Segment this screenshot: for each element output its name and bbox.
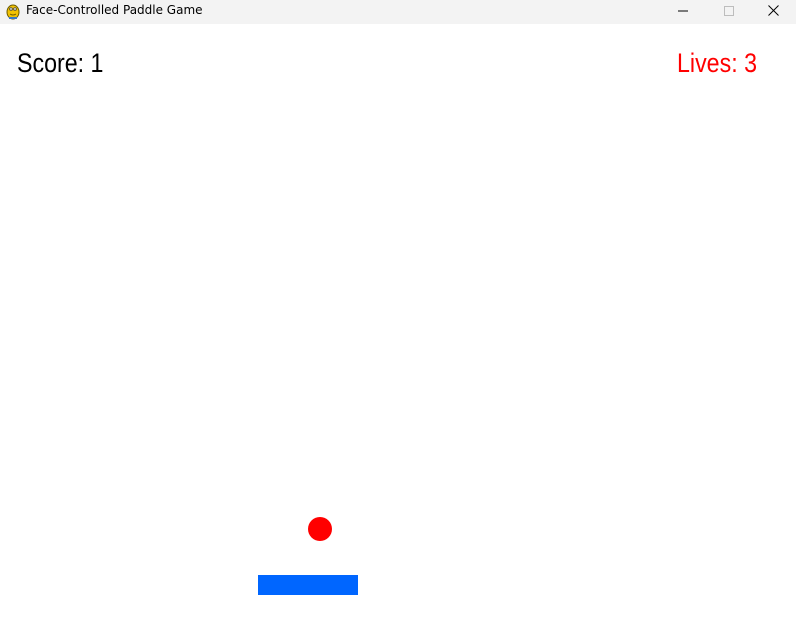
game-window: Face-Controlled Paddle Game Score: 1 Liv… xyxy=(0,0,796,622)
pygame-snake-icon xyxy=(5,2,21,20)
game-canvas[interactable]: Score: 1 Lives: 3 xyxy=(0,24,796,622)
ball xyxy=(308,517,332,541)
score-label: Score: 1 xyxy=(17,48,104,78)
title-bar[interactable]: Face-Controlled Paddle Game xyxy=(0,0,796,24)
maximize-icon xyxy=(724,3,734,21)
window-title: Face-Controlled Paddle Game xyxy=(26,3,203,17)
close-icon xyxy=(767,3,779,21)
paddle xyxy=(258,575,358,595)
maximize-button[interactable] xyxy=(706,0,752,24)
lives-label: Lives: 3 xyxy=(677,48,758,78)
minimize-icon xyxy=(678,3,688,21)
minimize-button[interactable] xyxy=(660,0,706,24)
close-button[interactable] xyxy=(750,0,796,24)
